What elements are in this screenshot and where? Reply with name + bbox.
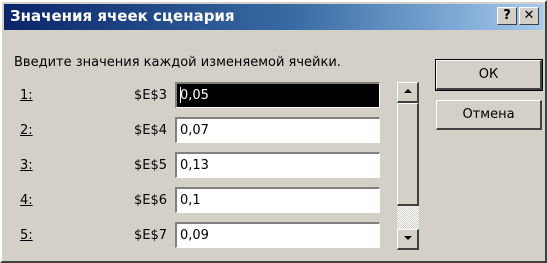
cell-reference: $E$4 <box>134 123 168 138</box>
scroll-up-button[interactable] <box>397 82 419 103</box>
cell-row: 5: $E$7 <box>2 220 402 248</box>
scrollbar-track[interactable] <box>397 206 419 229</box>
cell-value-input[interactable] <box>175 222 380 248</box>
row-number: 3: <box>20 158 33 173</box>
scrollbar-thumb[interactable] <box>397 103 419 206</box>
scroll-down-button[interactable] <box>397 229 419 250</box>
cell-reference: $E$3 <box>134 88 168 103</box>
cell-value-input[interactable] <box>175 117 380 143</box>
cell-row: 4: $E$6 <box>2 185 402 213</box>
cell-row: 2: $E$4 <box>2 115 402 143</box>
dialog-title: Значения ячеек сценария <box>10 7 235 25</box>
row-number: 4: <box>20 193 33 208</box>
text-caret <box>180 87 181 103</box>
cell-reference: $E$6 <box>134 193 168 208</box>
row-number: 1: <box>20 88 33 103</box>
cell-row: 1: $E$3 <box>2 80 402 108</box>
cell-value-input[interactable] <box>175 82 380 108</box>
arrow-up-icon <box>404 89 412 93</box>
cell-value-input[interactable] <box>175 187 380 213</box>
arrow-down-icon <box>404 236 412 240</box>
row-number: 2: <box>20 123 33 138</box>
cell-value-input[interactable] <box>175 152 380 178</box>
cell-reference: $E$7 <box>134 228 168 243</box>
title-bar[interactable]: Значения ячеек сценария ? ✕ <box>4 4 543 30</box>
ok-button[interactable]: ОК <box>435 59 543 91</box>
cancel-button[interactable]: Отмена <box>436 100 542 130</box>
row-number: 5: <box>20 228 33 243</box>
scenario-values-dialog: Значения ячеек сценария ? ✕ Введите знач… <box>0 0 547 263</box>
instruction-text: Введите значения каждой изменяемой ячейк… <box>14 55 341 70</box>
close-button[interactable]: ✕ <box>519 7 539 25</box>
cell-reference: $E$5 <box>134 158 168 173</box>
help-button[interactable]: ? <box>497 7 517 25</box>
vertical-scrollbar[interactable] <box>397 82 419 250</box>
cell-row: 3: $E$5 <box>2 150 402 178</box>
